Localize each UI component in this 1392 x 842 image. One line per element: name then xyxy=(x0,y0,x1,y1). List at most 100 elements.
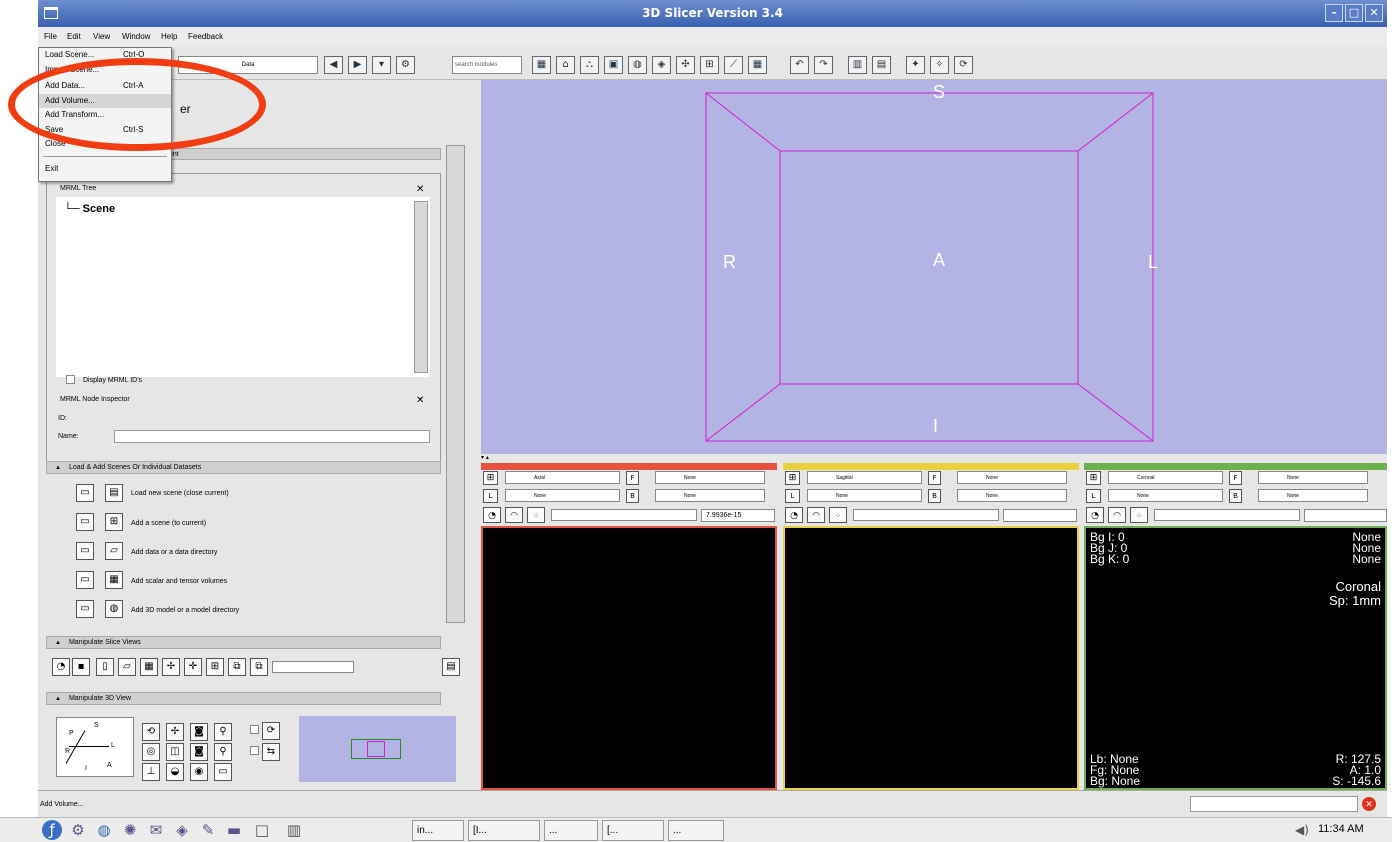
data-icon[interactable]: ⛬ xyxy=(580,56,599,74)
box-icon[interactable]: ◫ xyxy=(166,743,184,761)
slice-crosshair-icon[interactable]: ✢ xyxy=(162,658,180,676)
coronal-pin-icon[interactable]: ⊞ xyxy=(1086,471,1101,485)
maximize-icon[interactable]: □ xyxy=(1345,4,1363,22)
sagittal-visibility-icon[interactable]: ◠ xyxy=(807,507,825,523)
coronal-more-icon[interactable]: ⁘ xyxy=(1130,507,1148,523)
sagittal-orientation-select[interactable]: Sagittal xyxy=(807,471,922,484)
axial-pin-icon[interactable]: ⊞ xyxy=(483,471,498,485)
axial-bg-toggle-icon[interactable]: B xyxy=(626,489,639,503)
terminal-icon[interactable]: ▬ xyxy=(224,820,244,840)
sagittal-fg-toggle-icon[interactable]: F xyxy=(928,471,941,485)
mrml-tree-close-icon[interactable]: ✕ xyxy=(416,184,424,195)
orientation-widget[interactable]: S P R L I A xyxy=(56,717,134,777)
help-icon[interactable]: ▭ xyxy=(76,542,94,560)
slice-fit2-icon[interactable]: ⧉ xyxy=(250,658,268,676)
help-icon[interactable]: ▭ xyxy=(76,513,94,531)
module-history-icon[interactable]: ▾ xyxy=(372,56,391,74)
look-icon[interactable]: ◉ xyxy=(190,763,208,781)
menu-file[interactable]: File xyxy=(44,32,57,41)
help-icon[interactable]: ▭ xyxy=(76,484,94,502)
network-icon[interactable]: ✺ xyxy=(120,820,140,840)
coronal-bg-select[interactable]: None xyxy=(1258,489,1368,502)
taskbar-button-5[interactable]: ... xyxy=(668,820,724,841)
coronal-offset-input[interactable] xyxy=(1304,509,1387,522)
layout-icon[interactable]: ▥ xyxy=(848,56,867,74)
save-icon[interactable]: ▦ xyxy=(532,56,551,74)
stereo-icon[interactable]: ◙ xyxy=(190,743,208,761)
slice-grid-icon[interactable]: ▦ xyxy=(140,658,158,676)
volume-icon[interactable]: ◀) xyxy=(1292,820,1312,840)
next-module-icon[interactable]: ▶ xyxy=(348,56,367,74)
coronal-fg-toggle-icon[interactable]: F xyxy=(1229,471,1242,485)
add-scene-icon[interactable]: ⊞ xyxy=(105,513,123,531)
reset-view-icon[interactable]: ⟳ xyxy=(954,56,973,74)
spin-checkbox[interactable] xyxy=(250,725,259,734)
folder-icon[interactable]: ▱ xyxy=(105,542,123,560)
module-refresh-icon[interactable]: ⚙ xyxy=(396,56,415,74)
window-menu-icon[interactable] xyxy=(44,7,58,19)
slice-bg-icon[interactable]: ▯ xyxy=(96,658,114,676)
sagittal-pin-icon[interactable]: ⊞ xyxy=(785,471,800,485)
tools-icon[interactable]: ✎ xyxy=(198,820,218,840)
camera-icon[interactable]: ◙ xyxy=(190,723,208,741)
axial-link-icon[interactable]: ◔ xyxy=(483,507,501,523)
colors-icon[interactable]: ▦ xyxy=(748,56,767,74)
measure-icon[interactable]: ⟋ xyxy=(724,56,743,74)
axial-orientation-select[interactable]: Axial xyxy=(505,471,620,484)
taskbar-button-4[interactable]: [... xyxy=(602,820,664,841)
axial-label-select[interactable]: None xyxy=(505,489,620,502)
spin-option-icon[interactable]: ⟳ xyxy=(262,722,280,740)
undo-icon[interactable]: ↶ xyxy=(790,56,809,74)
menu-help[interactable]: Help xyxy=(161,32,177,41)
prev-module-icon[interactable]: ◀ xyxy=(324,56,343,74)
zoom-out-icon[interactable]: ⚲ xyxy=(214,743,232,761)
coronal-bg-toggle-icon[interactable]: B xyxy=(1229,489,1242,503)
help-icon[interactable]: ▭ xyxy=(76,571,94,589)
slice-fg-icon[interactable]: ▪ xyxy=(72,658,90,676)
launcher-icon[interactable]: ⚙ xyxy=(68,820,88,840)
sagittal-link-icon[interactable]: ◔ xyxy=(785,507,803,523)
menu-view[interactable]: View xyxy=(93,32,110,41)
roll-icon[interactable]: ◒ xyxy=(166,763,184,781)
display-ids-checkbox[interactable] xyxy=(66,375,75,384)
minimize-icon[interactable]: – xyxy=(1325,4,1343,22)
axial-label-icon[interactable]: L xyxy=(483,489,498,503)
help-icon[interactable]: ▭ xyxy=(76,600,94,618)
tree-scrollbar[interactable] xyxy=(414,201,428,373)
fiducials-icon[interactable]: ✣ xyxy=(676,56,695,74)
coronal-label-icon[interactable]: L xyxy=(1086,489,1101,503)
rotate-icon[interactable]: ⟲ xyxy=(142,723,160,741)
sagittal-slice-view[interactable] xyxy=(783,526,1079,790)
sagittal-label-icon[interactable]: L xyxy=(785,489,800,503)
slice-opacity-slider[interactable] xyxy=(272,661,354,673)
mail-icon[interactable]: ✉ xyxy=(146,820,166,840)
coronal-fg-select[interactable]: None xyxy=(1258,471,1368,484)
coronal-offset-slider[interactable] xyxy=(1154,509,1300,521)
view3d-section-header[interactable]: Manipulate 3D View xyxy=(46,692,441,705)
transforms-icon[interactable]: ◈ xyxy=(652,56,671,74)
layout-select-icon[interactable]: ▤ xyxy=(872,56,891,74)
axial-bg-select[interactable]: None xyxy=(655,489,765,502)
pitch-icon[interactable]: ⊥ xyxy=(142,763,160,781)
sagittal-bg-select[interactable]: None xyxy=(957,489,1067,502)
load-section-header[interactable]: Load & Add Scenes Or Individual Datasets xyxy=(46,461,441,474)
models-icon[interactable]: ◍ xyxy=(628,56,647,74)
menu-item-exit[interactable]: Exit xyxy=(39,162,171,176)
slice-crosshair2-icon[interactable]: ✛ xyxy=(184,658,202,676)
axial-slice-view[interactable] xyxy=(481,526,777,790)
spin-icon[interactable]: ◎ xyxy=(142,743,160,761)
place-fiducial-icon[interactable]: ✦ xyxy=(906,56,925,74)
sagittal-offset-input[interactable] xyxy=(1003,509,1077,522)
redo-icon[interactable]: ↷ xyxy=(814,56,833,74)
node-name-input[interactable] xyxy=(114,430,430,443)
view3d-navigator[interactable] xyxy=(299,716,456,782)
volumes-icon[interactable]: ▣ xyxy=(604,56,623,74)
slice-link-icon[interactable]: ◔ xyxy=(52,658,70,676)
coronal-visibility-icon[interactable]: ◠ xyxy=(1108,507,1126,523)
rock-option-icon[interactable]: ⇆ xyxy=(262,743,280,761)
volume-icon[interactable]: ▦ xyxy=(105,571,123,589)
slice-menu-icon[interactable]: ▤ xyxy=(442,658,460,676)
workspace-icon[interactable]: ▥ xyxy=(284,820,304,840)
tree-node-scene[interactable]: └─ Scene xyxy=(64,203,115,215)
coronal-slice-view[interactable]: Bg I: 0 Bg J: 0 Bg K: 0 None None None C… xyxy=(1084,526,1387,790)
